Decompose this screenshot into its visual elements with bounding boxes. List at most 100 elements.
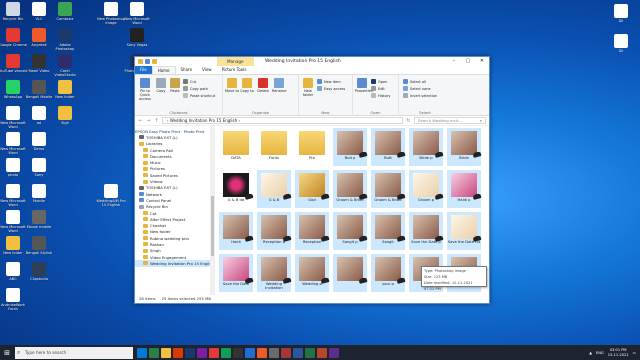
copy-button[interactable]: Copy bbox=[155, 78, 167, 93]
taskbar-app-icon[interactable] bbox=[209, 347, 219, 358]
taskbar-app-icon[interactable] bbox=[317, 347, 327, 358]
clock[interactable]: 03:01 PM 15-11-2021 bbox=[608, 348, 629, 357]
paste-shortcut-button[interactable]: Paste shortcut bbox=[183, 93, 215, 98]
nav-item[interactable]: Wedding Invitation Pro 15 English bbox=[135, 260, 214, 267]
properties-button[interactable]: Properties bbox=[355, 78, 373, 93]
file-item[interactable] bbox=[333, 254, 368, 292]
open-button[interactable]: Open bbox=[371, 79, 387, 84]
minimize-button[interactable]: – bbox=[447, 57, 461, 66]
start-windows-icon[interactable]: ⊞ bbox=[0, 345, 14, 360]
file-item[interactable]: G & B dd bbox=[219, 170, 254, 208]
taskbar-app-icon[interactable] bbox=[281, 347, 291, 358]
file-item[interactable]: Save the Date p bbox=[409, 212, 444, 250]
desktop-icon[interactable]: WeddingAIM Pro 15 English bbox=[96, 184, 126, 207]
paste-button[interactable]: Paste bbox=[169, 78, 181, 93]
desktop-icon[interactable]: Camtasia bbox=[50, 2, 80, 25]
file-item[interactable]: Sangit bbox=[371, 212, 406, 250]
file-item[interactable]: Wedding p bbox=[295, 254, 330, 292]
select-all-button[interactable]: Select all bbox=[403, 79, 426, 84]
taskbar-app-icon[interactable] bbox=[305, 347, 315, 358]
properties-icon[interactable] bbox=[145, 59, 150, 64]
desktop-icon[interactable]: Corel VideoStudio bbox=[50, 54, 80, 77]
select-none-button[interactable]: Select none bbox=[403, 86, 431, 91]
file-item[interactable]: Haldi bbox=[219, 212, 254, 250]
file-item[interactable]: Sangit p bbox=[333, 212, 368, 250]
invert-selection-button[interactable]: Invert selection bbox=[403, 93, 437, 98]
file-item[interactable]: Groom & Bride bbox=[371, 170, 406, 208]
network-icon[interactable]: ▲ bbox=[589, 351, 592, 355]
desktop-icon[interactable]: Dll bbox=[606, 34, 636, 57]
file-item[interactable]: Fonts bbox=[257, 128, 291, 166]
new-folder-icon[interactable] bbox=[152, 59, 157, 64]
file-item[interactable]: God bbox=[295, 170, 330, 208]
desktop-icon[interactable]: Dll bbox=[606, 4, 636, 27]
taskbar-app-icon[interactable] bbox=[161, 347, 171, 358]
nav-scrollbar-thumb[interactable] bbox=[210, 196, 214, 256]
edit-button[interactable]: Edit bbox=[371, 86, 385, 91]
move-to-button[interactable]: Move to bbox=[225, 78, 239, 93]
file-item[interactable]: Haldi p bbox=[447, 170, 482, 208]
taskbar-app-icon[interactable] bbox=[197, 347, 207, 358]
notification-icon[interactable]: ▭ bbox=[633, 351, 636, 355]
file-item[interactable]: G & B bbox=[257, 170, 292, 208]
file-item[interactable]: Groom & Bride bbox=[333, 170, 368, 208]
maximize-button[interactable]: ▢ bbox=[461, 57, 475, 66]
search-input[interactable]: Search Wedding Invit... ⌕ bbox=[414, 117, 486, 124]
desktop-icon[interactable]: Adobe Photoshop bbox=[50, 28, 80, 51]
desktop-icon[interactable]: Mobile bbox=[24, 184, 54, 207]
file-item[interactable]: Bud p bbox=[333, 128, 368, 166]
desktop-icon[interactable]: New Photoshop Image bbox=[96, 2, 126, 25]
pin-quick-access-button[interactable]: Pin to Quick access bbox=[137, 78, 153, 101]
file-item[interactable]: Butt bbox=[371, 128, 406, 166]
epson-bar[interactable]: EPSON Easy Photo Print · Photo Print bbox=[135, 128, 214, 134]
taskbar-search-input[interactable]: Type here to search bbox=[15, 346, 133, 359]
file-explorer-window[interactable]: Manage Wedding Invitation Pro 15 English… bbox=[134, 56, 490, 304]
history-button[interactable]: History bbox=[371, 93, 390, 98]
desktop-icon[interactable]: New folder bbox=[50, 80, 80, 103]
taskbar-app-icon[interactable] bbox=[149, 347, 159, 358]
file-item[interactable]: Wedding Invitation bbox=[257, 254, 292, 292]
taskbar-app-icon[interactable] bbox=[257, 347, 267, 358]
forward-arrow-icon[interactable]: → bbox=[146, 118, 151, 124]
desktop-icon[interactable]: Ebook mobile bbox=[24, 210, 54, 233]
desktop-icon[interactable]: New Microsoft Word bbox=[122, 2, 152, 25]
desktop-icon[interactable]: Clipstudio bbox=[24, 262, 54, 285]
file-item[interactable]: Save the Date bbox=[219, 254, 254, 292]
ribbon-tab[interactable]: Picture Tools bbox=[217, 66, 252, 74]
desktop-icon[interactable]: Sony Vegas bbox=[122, 28, 152, 51]
file-item[interactable]: Bride bbox=[447, 128, 482, 166]
desktop-icon[interactable]: Demo bbox=[24, 132, 54, 155]
taskbar-app-icon[interactable] bbox=[245, 347, 255, 358]
title-bar[interactable]: Manage Wedding Invitation Pro 15 English… bbox=[135, 57, 489, 66]
file-item[interactable]: Pro bbox=[295, 128, 329, 166]
taskbar-app-icon[interactable] bbox=[185, 347, 195, 358]
desktop-icon[interactable]: AndrukeWork Fonts bbox=[0, 288, 28, 311]
file-item[interactable]: your p bbox=[371, 254, 406, 292]
address-input[interactable]: › Wedding Invitation Pro 15 English › bbox=[162, 117, 403, 124]
delete-button[interactable]: Delete bbox=[256, 78, 270, 93]
file-item[interactable]: DATA bbox=[219, 128, 253, 166]
language-indicator[interactable]: ENG bbox=[596, 351, 604, 355]
desktop-icon[interactable]: Sigh bbox=[50, 106, 80, 129]
copy-to-button[interactable]: Copy to bbox=[240, 78, 254, 93]
new-item-button[interactable]: New item bbox=[317, 79, 341, 84]
taskbar-app-icon[interactable] bbox=[221, 347, 231, 358]
file-item[interactable]: Groom p bbox=[409, 170, 444, 208]
nav-scrollbar[interactable] bbox=[210, 126, 214, 295]
taskbar-app-icon[interactable] bbox=[269, 347, 279, 358]
close-button[interactable]: ✕ bbox=[475, 57, 489, 66]
cut-button[interactable]: Cut bbox=[183, 79, 196, 84]
easy-access-button[interactable]: Easy access bbox=[317, 86, 345, 91]
ribbon-tab[interactable]: View bbox=[197, 66, 217, 74]
taskbar-app-icon[interactable] bbox=[173, 347, 183, 358]
back-arrow-icon[interactable]: ← bbox=[138, 118, 143, 124]
file-item[interactable]: Reception bbox=[295, 212, 330, 250]
new-folder-button[interactable]: New folder bbox=[301, 78, 315, 97]
up-arrow-icon[interactable]: ↑ bbox=[154, 118, 159, 124]
file-item[interactable]: Bride p bbox=[409, 128, 444, 166]
copy-path-button[interactable]: Copy path bbox=[183, 86, 208, 91]
taskbar-app-icon[interactable] bbox=[293, 347, 303, 358]
refresh-icon[interactable]: ↻ bbox=[406, 118, 411, 124]
taskbar-app-icon[interactable] bbox=[233, 347, 243, 358]
navigation-pane[interactable]: EPSON Easy Photo Print · Photo Print TOS… bbox=[135, 126, 215, 295]
